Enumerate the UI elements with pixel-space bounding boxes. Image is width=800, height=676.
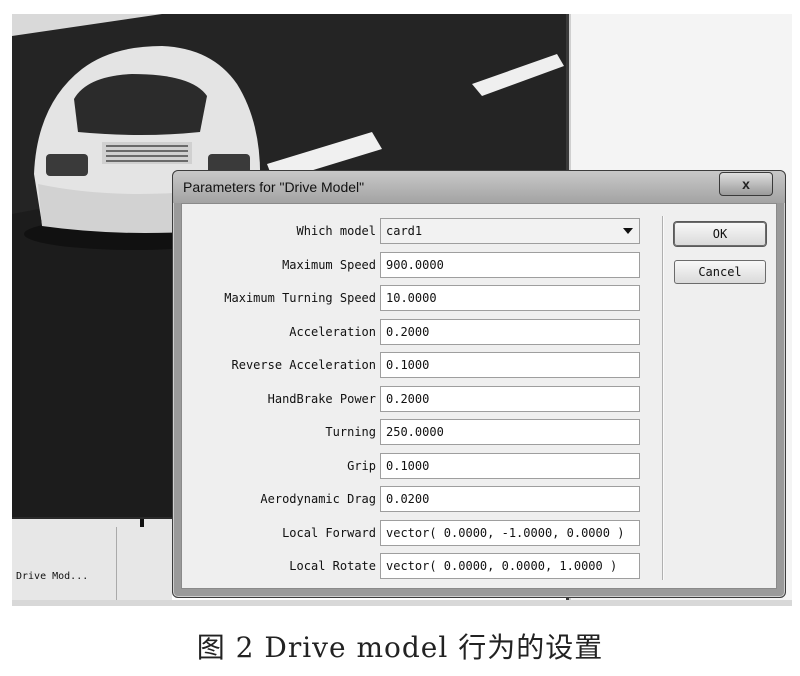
maximum-speed-input[interactable]: 900.0000 [380,251,640,278]
field-label: HandBrake Power [267,391,376,406]
ok-button[interactable]: OK [674,222,766,246]
field-row-local-forward: Local Forward vector( 0.0000, -1.0000, 0… [182,519,662,546]
cancel-button[interactable]: Cancel [674,260,766,284]
field-label: Acceleration [289,324,376,339]
parameters-dialog: Parameters for "Drive Model" x Which mod… [172,170,786,598]
field-label: Turning [325,425,376,439]
field-label: Which model [296,224,376,238]
field-label: Local Rotate [289,559,376,573]
figure-caption: 图 2 Drive model 行为的设置 [196,631,604,664]
select-value: card1 [386,224,423,238]
field-label: Aerodynamic Drag [260,492,376,506]
dialog-body: Which model card1 Maximum Speed 900.0000… [181,203,777,589]
field-label: Local Forward [282,525,376,540]
splitter-tick [140,519,144,527]
acceleration-input[interactable]: 0.2000 [380,318,640,345]
field-row-handbrake-power: HandBrake Power 0.2000 [182,385,662,412]
dialog-separator [662,216,664,580]
field-label: Maximum Speed [282,257,376,272]
aerodynamic-drag-input[interactable]: 0.0200 [380,486,640,512]
field-row-maximum-turning-speed: Maximum Turning Speed 10.0000 [182,285,662,311]
local-forward-input[interactable]: vector( 0.0000, -1.0000, 0.0000 ) [380,519,640,546]
field-row-acceleration: Acceleration 0.2000 [182,318,662,345]
turning-input[interactable]: 250.0000 [380,419,640,445]
dialog-title: Parameters for "Drive Model" [183,179,365,195]
maximum-turning-speed-input[interactable]: 10.0000 [380,285,640,311]
close-button[interactable]: x [719,172,773,196]
field-label: Grip [347,458,376,473]
chevron-down-icon[interactable] [623,228,633,234]
field-row-aerodynamic-drag: Aerodynamic Drag 0.0200 [182,486,662,512]
local-rotate-input[interactable]: vector( 0.0000, 0.0000, 1.0000 ) [380,553,640,579]
field-label: Reverse Acceleration [231,358,377,372]
handbrake-power-input[interactable]: 0.2000 [380,385,640,412]
field-row-turning: Turning 250.0000 [182,419,662,445]
dialog-titlebar[interactable]: Parameters for "Drive Model" x [173,171,785,203]
field-label: Maximum Turning Speed [224,291,376,305]
panel-divider [116,527,117,604]
grip-input[interactable]: 0.1000 [380,452,640,479]
field-row-maximum-speed: Maximum Speed 900.0000 [182,251,662,278]
behavior-list-panel: Drive Mod... [12,517,172,604]
field-row-local-rotate: Local Rotate vector( 0.0000, 0.0000, 1.0… [182,553,662,579]
field-row-grip: Grip 0.1000 [182,452,662,479]
reverse-acceleration-input[interactable]: 0.1000 [380,352,640,378]
status-strip [12,600,792,606]
field-row-reverse-acceleration: Reverse Acceleration 0.1000 [182,352,662,378]
close-icon: x [742,176,750,192]
model-select[interactable]: card1 [380,218,640,244]
field-row-which-model: Which model card1 [182,218,662,244]
screenshot-stage: Drive Mod... Parameters for "Drive Model… [0,0,800,676]
behavior-list-item[interactable]: Drive Mod... [16,571,88,582]
